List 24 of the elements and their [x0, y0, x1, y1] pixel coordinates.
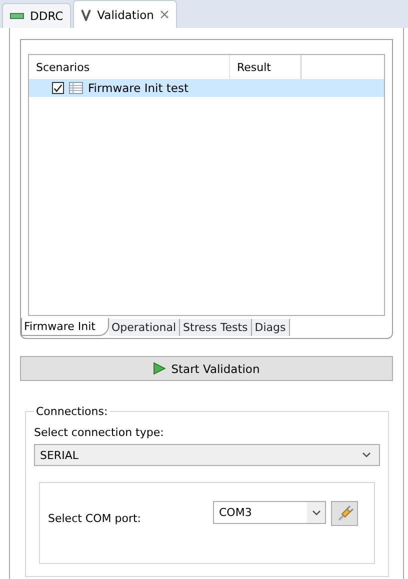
- suite-tab[interactable]: Stress Tests: [180, 318, 252, 336]
- chevron-down-icon: [312, 510, 320, 516]
- scenario-name: Firmware Init test: [88, 81, 188, 95]
- v-shape-icon: [81, 8, 92, 20]
- suite-tab[interactable]: Firmware Init: [21, 318, 108, 336]
- scenario-row[interactable]: Firmware Init test: [29, 79, 384, 97]
- play-icon: [153, 362, 166, 375]
- checkbox[interactable]: [52, 82, 64, 94]
- suite-tab[interactable]: Diags: [252, 318, 290, 336]
- editor-tab[interactable]: Validation: [73, 0, 177, 28]
- editor-tab[interactable]: DDRC: [2, 3, 72, 28]
- table-icon: [69, 82, 83, 94]
- chevron-down-icon: [362, 452, 371, 458]
- close-icon[interactable]: [160, 10, 169, 19]
- connection-type-dropdown[interactable]: SERIAL: [34, 444, 380, 466]
- group-title: Connections:: [34, 405, 110, 418]
- start-validation-button[interactable]: Start Validation: [20, 356, 393, 381]
- plug-icon: [336, 504, 354, 522]
- field-label: Select connection type:: [34, 426, 165, 439]
- connect-button[interactable]: [331, 501, 358, 526]
- com-port-dropdown[interactable]: COM3: [213, 501, 326, 524]
- field-label: Select COM port:: [48, 512, 142, 525]
- bar-icon: [10, 13, 24, 19]
- suite-tab[interactable]: Operational: [108, 318, 180, 336]
